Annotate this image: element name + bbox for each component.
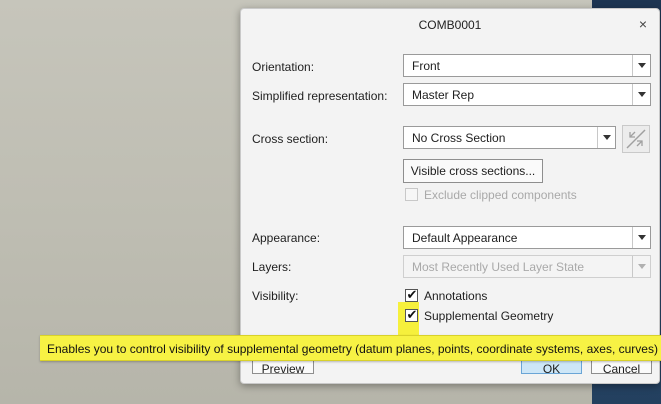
- chevron-down-icon[interactable]: [632, 55, 650, 76]
- cross-section-direction-icon: [626, 129, 646, 149]
- simplified-rep-value: Master Rep: [412, 88, 475, 102]
- chevron-down-icon[interactable]: [632, 227, 650, 248]
- close-icon[interactable]: ×: [636, 17, 650, 31]
- layers-label: Layers:: [252, 260, 292, 274]
- dialog-title: COMB0001: [418, 18, 482, 32]
- checkmark-icon: ✔: [406, 287, 418, 302]
- orientation-label: Orientation:: [252, 60, 315, 74]
- annotations-label: Annotations: [424, 289, 488, 303]
- checkmark-icon: ✔: [406, 307, 418, 322]
- dialog-titlebar[interactable]: COMB0001 ×: [241, 9, 659, 41]
- chevron-down-icon[interactable]: [632, 256, 650, 277]
- appearance-select[interactable]: Default Appearance: [403, 226, 651, 249]
- tooltip-text: Enables you to control visibility of sup…: [47, 342, 658, 356]
- layers-select[interactable]: Most Recently Used Layer State: [403, 255, 651, 278]
- exclude-clipped-label: Exclude clipped components: [424, 188, 577, 202]
- orientation-select[interactable]: Front: [403, 54, 651, 77]
- visible-cross-sections-button[interactable]: Visible cross sections...: [403, 159, 543, 183]
- comb-state-dialog: COMB0001 × Orientation: Front Simplified…: [240, 8, 660, 384]
- visibility-label: Visibility:: [252, 289, 299, 303]
- chevron-down-icon[interactable]: [632, 84, 650, 105]
- supplemental-geometry-checkbox[interactable]: ✔: [405, 307, 418, 322]
- simplified-rep-select[interactable]: Master Rep: [403, 83, 651, 106]
- cross-section-direction-button[interactable]: [622, 125, 650, 153]
- orientation-value: Front: [412, 59, 441, 73]
- cross-section-value: No Cross Section: [412, 131, 506, 145]
- annotations-checkbox[interactable]: ✔: [405, 287, 418, 302]
- layers-value: Most Recently Used Layer State: [412, 260, 585, 274]
- appearance-value: Default Appearance: [412, 231, 518, 245]
- chevron-down-icon[interactable]: [597, 127, 615, 148]
- exclude-clipped-checkbox[interactable]: [405, 188, 418, 201]
- cross-section-select[interactable]: No Cross Section: [403, 126, 616, 149]
- appearance-label: Appearance:: [252, 231, 321, 245]
- supplemental-geometry-label: Supplemental Geometry: [424, 309, 554, 323]
- cross-section-label: Cross section:: [252, 132, 329, 146]
- supplemental-geometry-tooltip: Enables you to control visibility of sup…: [40, 335, 661, 361]
- simplified-rep-label: Simplified representation:: [252, 89, 388, 103]
